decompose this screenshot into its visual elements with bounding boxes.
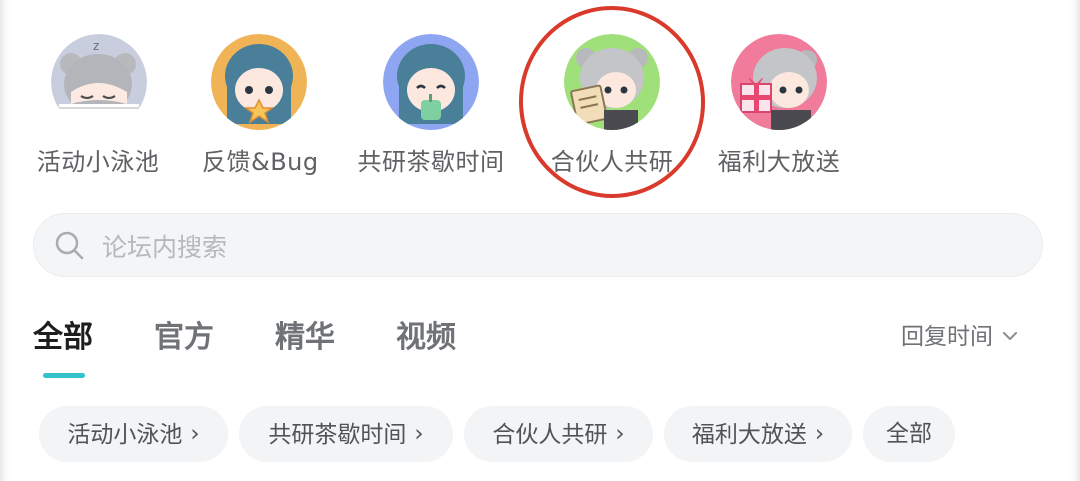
sort-label: 回复时间 — [901, 324, 993, 350]
svg-text:z: z — [93, 39, 99, 53]
category-feedback[interactable]: 反馈&Bug — [202, 34, 319, 184]
chevron-down-icon — [1003, 321, 1017, 347]
category-partner-research[interactable]: 合伙人共研 — [549, 34, 675, 184]
character-with-gift-icon — [731, 34, 827, 130]
forum-panel: z 活动小泳池 反馈&Bug 共研茶歇时间 合伙人共研 福利大放送 论坛内搜索 … — [0, 0, 1080, 481]
character-drinking-tea-icon — [383, 34, 479, 130]
chip-partner-research[interactable]: 合伙人共研 › — [464, 406, 653, 462]
chevron-right-icon: › — [814, 421, 825, 447]
chip-label: 合伙人共研 — [492, 422, 608, 448]
category-row: z 活动小泳池 反馈&Bug 共研茶歇时间 合伙人共研 福利大放送 — [0, 0, 1080, 205]
character-holding-star-icon — [211, 34, 307, 130]
chevron-right-icon: › — [615, 421, 625, 447]
tab-official[interactable]: 官方 — [154, 312, 214, 356]
category-label: 活动小泳池 — [36, 148, 160, 176]
chip-tea-time[interactable]: 共研茶歇时间 › — [239, 406, 453, 462]
character-with-papers-icon — [564, 34, 660, 130]
chip-label: 共研茶歇时间 — [268, 422, 407, 448]
search-input[interactable] — [100, 226, 1004, 268]
sleeping-character-icon: z — [51, 34, 147, 130]
filter-tabs: 全部 官方 精华 视频 回复时间 — [0, 300, 1080, 390]
category-pool[interactable]: z 活动小泳池 — [36, 34, 160, 184]
category-label: 合伙人共研 — [550, 148, 674, 176]
category-label: 共研茶歇时间 — [357, 148, 505, 176]
search-icon — [55, 231, 84, 260]
chip-pool[interactable]: 活动小泳池 › — [39, 406, 228, 462]
sort-dropdown[interactable]: 回复时间 — [901, 317, 1017, 351]
chip-label: 福利大放送 — [691, 422, 807, 448]
chip-all[interactable]: 全部 — [863, 406, 955, 462]
category-giveaway[interactable]: 福利大放送 — [716, 34, 842, 184]
tab-video[interactable]: 视频 — [396, 312, 456, 356]
category-label: 反馈&Bug — [202, 148, 319, 176]
forum-search-bar[interactable] — [33, 213, 1043, 277]
tab-all[interactable]: 全部 — [33, 312, 93, 356]
chevron-right-icon: › — [190, 421, 200, 447]
tab-featured[interactable]: 精华 — [275, 312, 335, 356]
chip-giveaway[interactable]: 福利大放送 › — [664, 406, 852, 462]
active-tab-indicator — [43, 373, 85, 378]
chip-label: 全部 — [886, 421, 932, 447]
chip-label: 活动小泳池 — [67, 422, 183, 448]
category-label: 福利大放送 — [717, 148, 841, 176]
subforum-chips: 活动小泳池 › 共研茶歇时间 › 合伙人共研 › 福利大放送 › 全部 — [0, 406, 1080, 466]
category-tea-time[interactable]: 共研茶歇时间 — [356, 34, 506, 184]
chevron-right-icon: › — [414, 421, 424, 447]
